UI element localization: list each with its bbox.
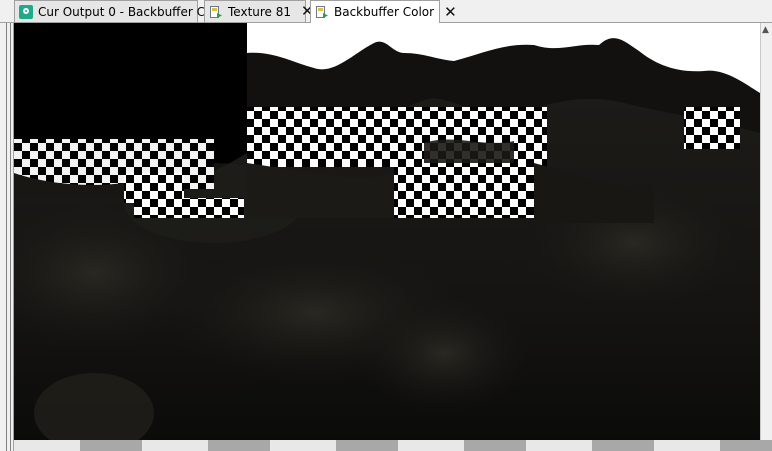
tab-label: Backbuffer Color: [334, 5, 435, 19]
tab-texture-81[interactable]: Texture 81 ✕: [204, 0, 314, 22]
tab-bar: Cur Output 0 - Backbuffer Color Texture …: [0, 0, 772, 23]
occluded-region: [14, 23, 247, 107]
texture-icon: [209, 5, 223, 19]
texture-icon: [315, 5, 329, 19]
tab-label: Texture 81: [228, 4, 292, 19]
rendered-image: [14, 23, 760, 440]
tab-cur-output[interactable]: Cur Output 0 - Backbuffer Color: [14, 0, 228, 22]
horizontal-ruler: [14, 440, 772, 451]
close-icon[interactable]: ✕: [444, 4, 457, 20]
output-icon: [19, 4, 33, 19]
left-frame: [0, 23, 14, 451]
texture-viewport[interactable]: [14, 23, 760, 440]
tab-label: Cur Output 0 - Backbuffer Color: [38, 4, 228, 19]
tab-backbuffer-color[interactable]: Backbuffer Color ✕: [310, 0, 457, 23]
vertical-scrollbar[interactable]: ▲: [760, 23, 772, 440]
scroll-up-icon[interactable]: ▲: [762, 25, 769, 35]
